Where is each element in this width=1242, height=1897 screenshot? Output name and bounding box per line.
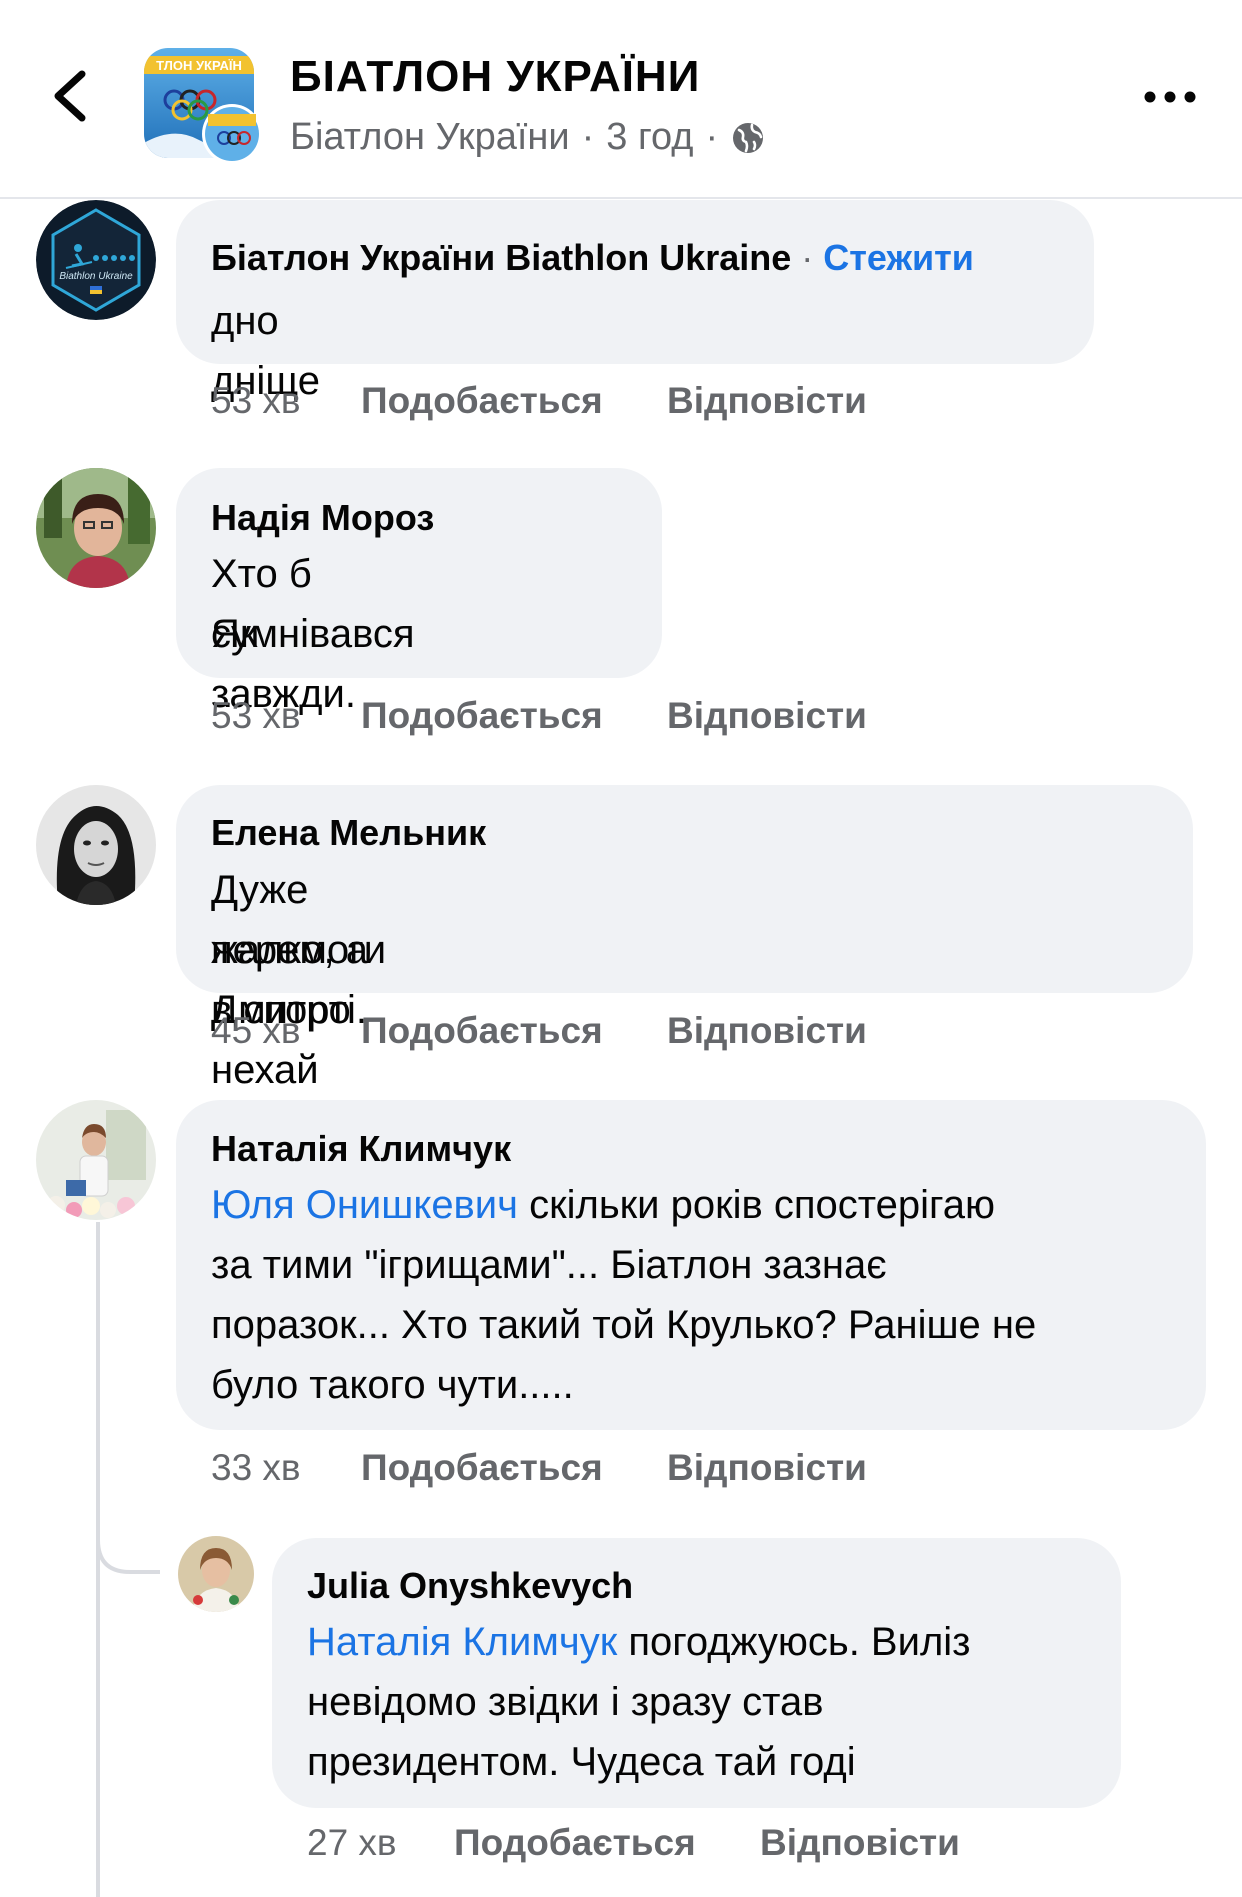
reply-button[interactable]: Відповісти [760,1822,960,1864]
comment-text: було такого чути..... [211,1363,574,1407]
comment-time[interactable]: 33 хв [211,1447,301,1488]
comment-author[interactable]: Біатлон України Biathlon Ukraine [211,237,791,278]
comment-text: Юля Онишкевич скільки років спостерігаю [211,1175,995,1235]
like-button[interactable]: Подобається [361,380,603,422]
page-title[interactable]: БІАТЛОН УКРАЇНИ [290,52,700,102]
comment-time[interactable]: 45 хв [211,1010,301,1051]
post-subtitle: Біатлон України · 3 год · [290,116,766,159]
comment-text: Наталія Климчук погоджуюсь. Виліз [307,1612,971,1672]
post-time[interactable]: 3 год [606,116,693,159]
comment-text: за тими "ігрищами"... Біатлон зазнає [211,1243,887,1287]
mention-link[interactable]: Юля Онишкевич [211,1183,518,1227]
separator-dot: · [705,116,719,158]
separator-dot: · [581,116,595,158]
like-button[interactable]: Подобається [361,1447,603,1489]
avatar[interactable] [36,468,156,588]
comment-actions: 53 хв Подобається Відповісти [211,380,867,422]
like-button[interactable]: Подобається [454,1822,696,1864]
comment-text: президентом. Чудеса тай годі [307,1740,856,1784]
like-button[interactable]: Подобається [361,695,603,737]
comment-author[interactable]: Наталія Климчук [211,1128,511,1170]
globe-icon [733,122,764,153]
back-chevron-icon[interactable] [46,66,96,126]
comment-text-rest: скільки років спостерігаю [518,1183,995,1227]
post-header: ТЛОН УКРАЇН БІАТЛОН УКРАЇНИ Біатлон Укра… [0,0,1242,199]
comment-text: поразок... Хто такий той Крулько? Раніше… [211,1303,1037,1347]
separator-dot: · [801,237,814,278]
page-name[interactable]: Біатлон України [290,116,570,159]
svg-text:Biathlon Ukraine: Biathlon Ukraine [59,271,133,282]
comment-text: невідомо звідки і зразу став [307,1680,824,1724]
comment-actions: 27 хв Подобається Відповісти [307,1822,960,1864]
reply-button[interactable]: Відповісти [667,380,867,422]
reply-button[interactable]: Відповісти [667,1447,867,1489]
reply-button[interactable]: Відповісти [667,695,867,737]
comment-actions: 53 хв Подобається Відповісти [211,695,867,737]
reply-button[interactable]: Відповісти [667,1010,867,1052]
comment-actions: 33 хв Подобається Відповісти [211,1447,867,1489]
mention-link[interactable]: Наталія Климчук [307,1620,617,1664]
avatar[interactable] [36,785,156,905]
reply-connector [96,1500,160,1574]
comment-time[interactable]: 53 хв [211,695,301,736]
avatar[interactable] [36,1100,156,1220]
comment-time[interactable]: 53 хв [211,380,301,421]
like-button[interactable]: Подобається [361,1010,603,1052]
svg-text:ТЛОН УКРАЇН: ТЛОН УКРАЇН [156,58,242,73]
comment-author-row: Біатлон України Biathlon Ukraine · Стежити [211,237,974,279]
comment-text-rest: погоджуюсь. Виліз [617,1620,971,1664]
comment-actions: 45 хв Подобається Відповісти [211,1010,867,1052]
page-avatar[interactable]: ТЛОН УКРАЇН [144,48,264,166]
comment-author[interactable]: Надія Мороз [211,497,434,539]
avatar[interactable]: Biathlon Ukraine [36,200,156,320]
avatar[interactable] [178,1536,254,1612]
comment-author[interactable]: Julia Onyshkevych [307,1565,633,1607]
comment-time[interactable]: 27 хв [307,1822,397,1863]
comment-author[interactable]: Елена Мельник [211,812,486,854]
more-options-icon[interactable] [1140,82,1200,112]
follow-button[interactable]: Стежити [823,237,974,278]
